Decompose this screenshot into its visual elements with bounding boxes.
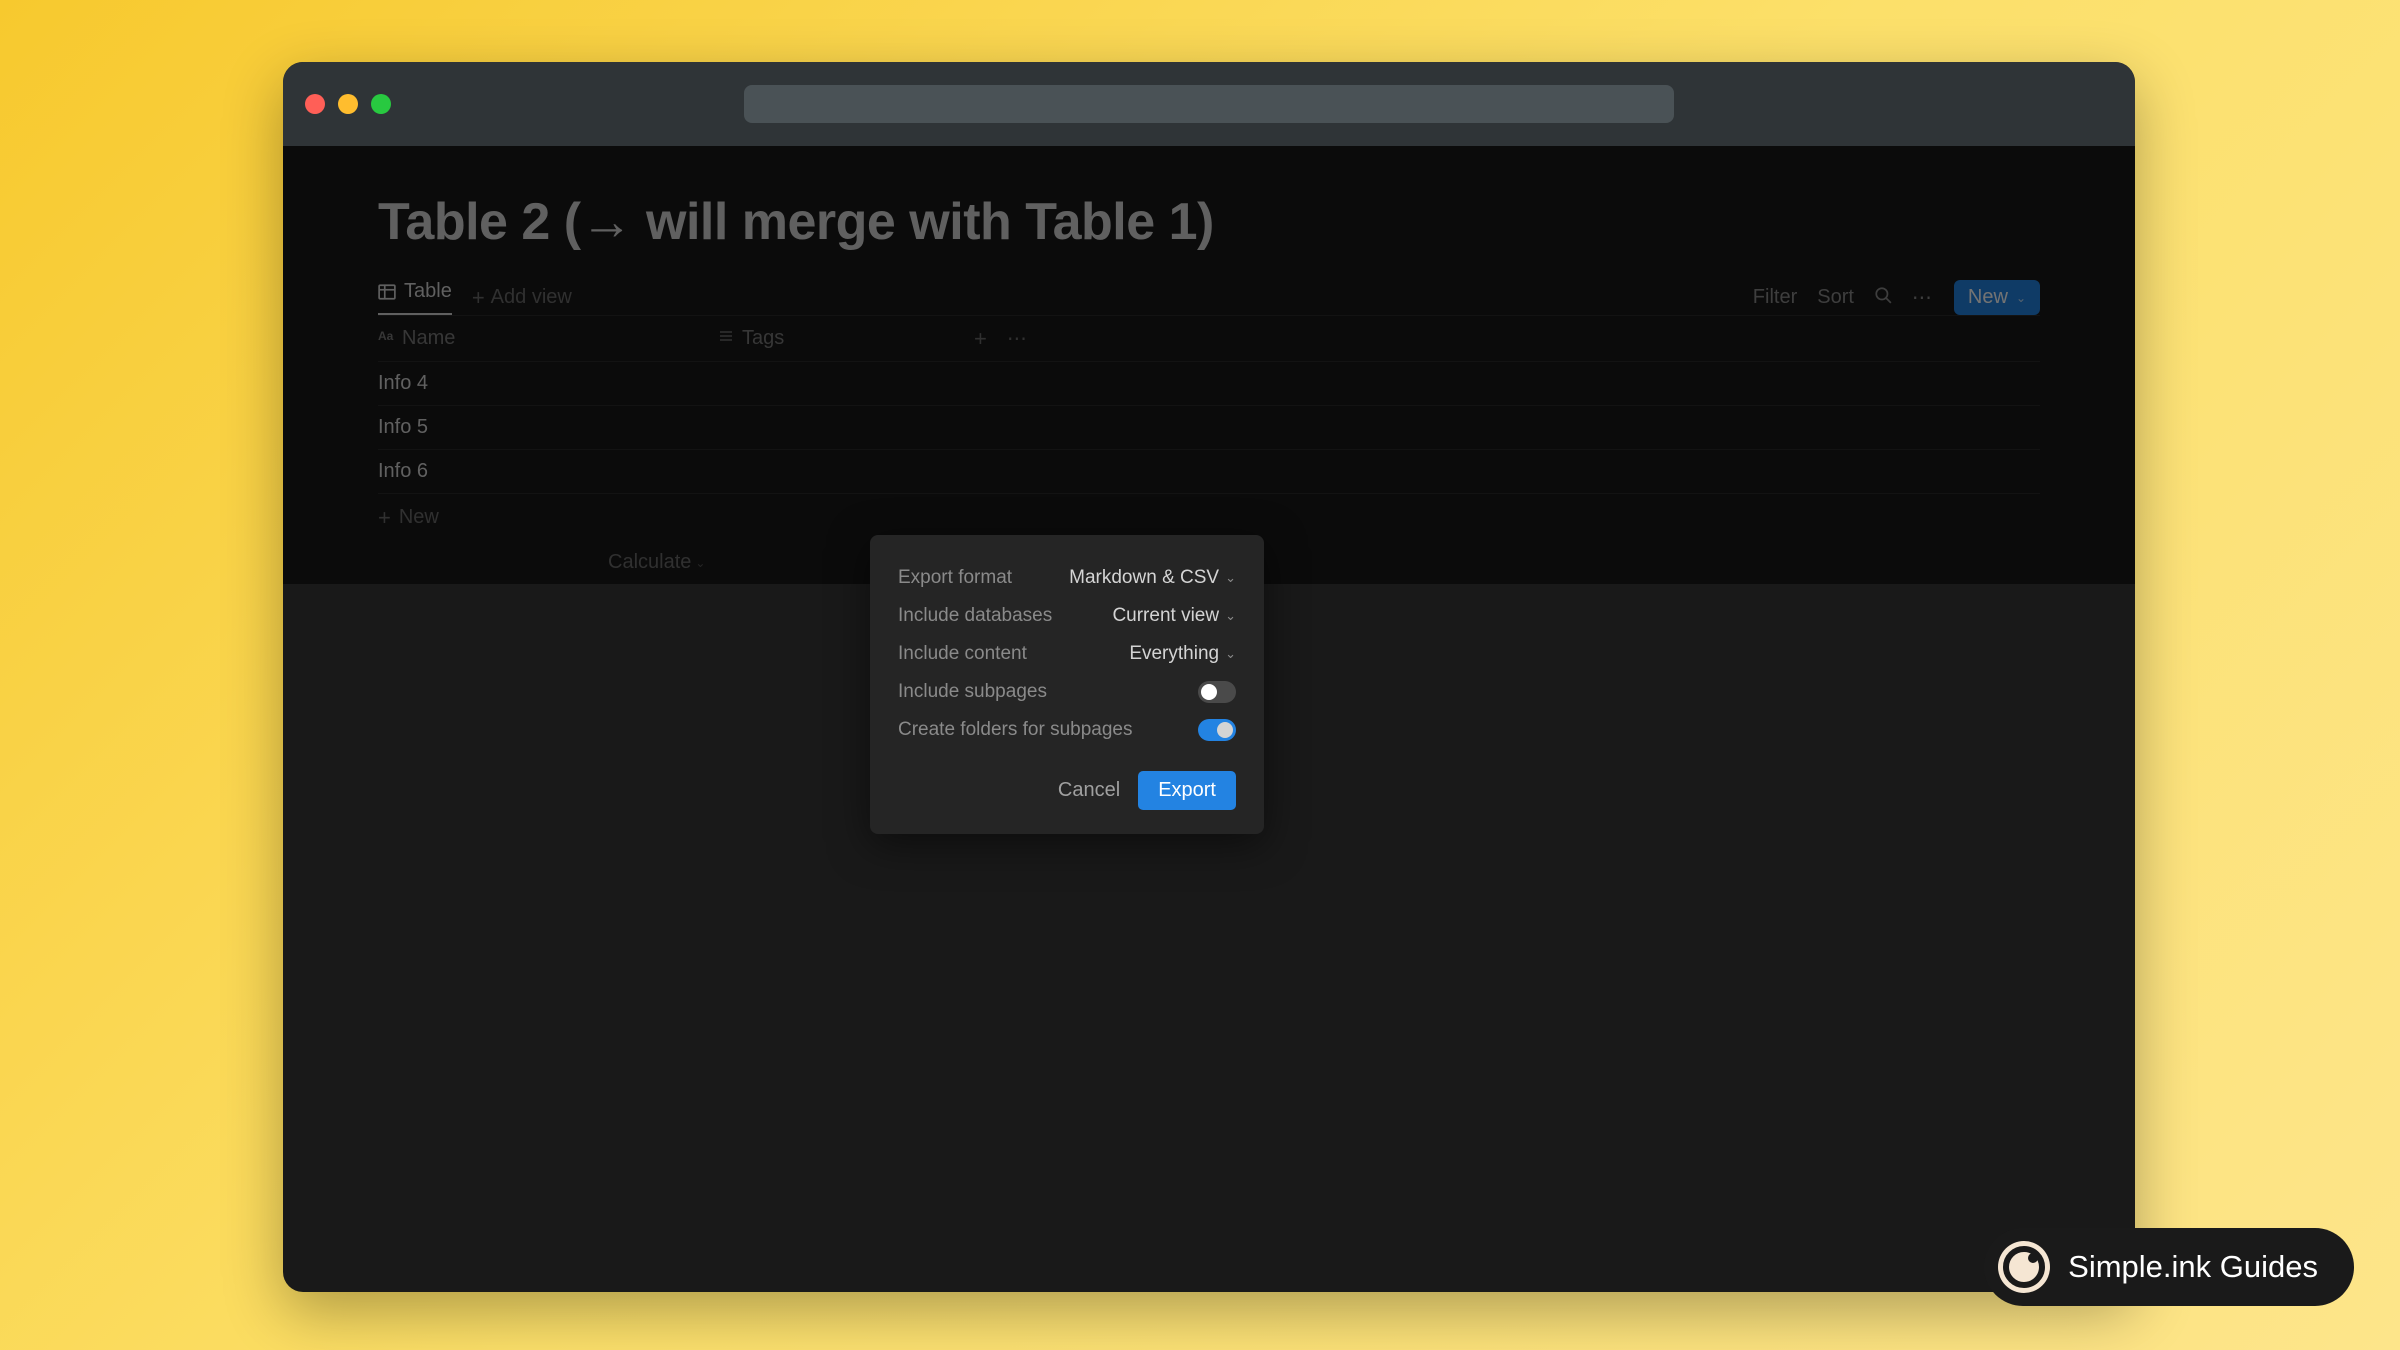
close-window-button[interactable] xyxy=(305,94,325,114)
create-folders-label: Create folders for subpages xyxy=(898,719,1132,741)
view-bar: Table + Add view Filter Sort ⋯ New ⌄ xyxy=(378,280,2040,316)
filter-button[interactable]: Filter xyxy=(1753,286,1797,309)
export-format-row: Export format Markdown & CSV ⌄ xyxy=(898,559,1236,597)
export-modal: Export format Markdown & CSV ⌄ Include d… xyxy=(870,535,1264,834)
sort-button[interactable]: Sort xyxy=(1817,286,1854,309)
create-folders-toggle[interactable] xyxy=(1198,719,1236,741)
cancel-button[interactable]: Cancel xyxy=(1058,779,1120,802)
column-more-icon[interactable]: ⋯ xyxy=(1007,326,1029,351)
title-bar xyxy=(283,62,2135,146)
export-format-value: Markdown & CSV xyxy=(1069,567,1219,589)
table-row[interactable]: Info 4 xyxy=(378,362,2040,406)
column-header-tags[interactable]: Tags xyxy=(718,326,968,351)
table-header-row: Aa Name Tags + ⋯ xyxy=(378,316,2040,362)
view-tab-label: Table xyxy=(404,280,452,303)
include-databases-label: Include databases xyxy=(898,605,1052,627)
add-column-button[interactable]: + xyxy=(974,328,987,350)
brand-logo-icon xyxy=(1998,1241,2050,1293)
include-databases-value: Current view xyxy=(1112,605,1219,627)
table-row[interactable]: Info 6 xyxy=(378,450,2040,494)
modal-button-row: Cancel Export xyxy=(898,771,1236,810)
calculate-label: Calculate xyxy=(608,551,691,574)
column-header-name-label: Name xyxy=(402,327,455,350)
new-row-label: New xyxy=(399,506,439,529)
new-row-button[interactable]: + New xyxy=(378,494,2040,541)
chevron-down-icon: ⌄ xyxy=(1225,646,1236,662)
minimize-window-button[interactable] xyxy=(338,94,358,114)
toggle-knob xyxy=(1201,684,1217,700)
include-content-label: Include content xyxy=(898,643,1027,665)
more-icon[interactable]: ⋯ xyxy=(1912,285,1934,310)
add-view-button[interactable]: + Add view xyxy=(472,286,572,309)
include-databases-select[interactable]: Current view ⌄ xyxy=(1112,605,1236,627)
plus-icon: + xyxy=(472,287,485,309)
table-row[interactable]: Info 5 xyxy=(378,406,2040,450)
svg-text:Aa: Aa xyxy=(378,329,394,343)
include-content-row: Include content Everything ⌄ xyxy=(898,635,1236,673)
include-content-value: Everything xyxy=(1129,643,1219,665)
chevron-down-icon: ⌄ xyxy=(1225,608,1236,624)
chevron-down-icon: ⌄ xyxy=(1225,570,1236,586)
include-subpages-label: Include subpages xyxy=(898,681,1047,703)
table-icon xyxy=(378,283,396,301)
column-add-controls: + ⋯ xyxy=(974,326,1029,351)
chevron-down-icon: ⌄ xyxy=(695,556,705,570)
create-folders-row: Create folders for subpages xyxy=(898,711,1236,749)
export-button[interactable]: Export xyxy=(1138,771,1236,810)
brand-badge[interactable]: Simple.ink Guides xyxy=(1984,1228,2354,1306)
column-header-tags-label: Tags xyxy=(742,327,784,350)
maximize-window-button[interactable] xyxy=(371,94,391,114)
chevron-down-icon: ⌄ xyxy=(2016,291,2026,305)
toggle-knob xyxy=(1217,722,1233,738)
add-view-label: Add view xyxy=(491,286,572,309)
export-format-label: Export format xyxy=(898,567,1012,589)
column-header-name[interactable]: Aa Name xyxy=(378,326,718,351)
brand-badge-text: Simple.ink Guides xyxy=(2068,1249,2318,1285)
page-content: Table 2 (→ will merge with Table 1) Tabl… xyxy=(283,146,2135,584)
text-property-icon: Aa xyxy=(378,327,394,350)
include-subpages-row: Include subpages xyxy=(898,673,1236,711)
plus-icon: + xyxy=(378,507,391,529)
include-subpages-toggle[interactable] xyxy=(1198,681,1236,703)
page-title[interactable]: Table 2 (→ will merge with Table 1) xyxy=(378,192,2040,252)
new-button[interactable]: New ⌄ xyxy=(1954,280,2040,315)
search-icon[interactable] xyxy=(1874,286,1892,310)
export-format-select[interactable]: Markdown & CSV ⌄ xyxy=(1069,567,1236,589)
url-bar[interactable] xyxy=(744,85,1674,123)
new-button-label: New xyxy=(1968,286,2008,309)
window-controls xyxy=(305,94,391,114)
calculate-button[interactable]: Calculate ⌄ xyxy=(608,551,705,574)
include-content-select[interactable]: Everything ⌄ xyxy=(1129,643,1236,665)
view-toolbar: Filter Sort ⋯ New ⌄ xyxy=(1753,280,2040,315)
include-databases-row: Include databases Current view ⌄ xyxy=(898,597,1236,635)
multiselect-property-icon xyxy=(718,327,734,350)
tab-table-view[interactable]: Table xyxy=(378,280,452,315)
